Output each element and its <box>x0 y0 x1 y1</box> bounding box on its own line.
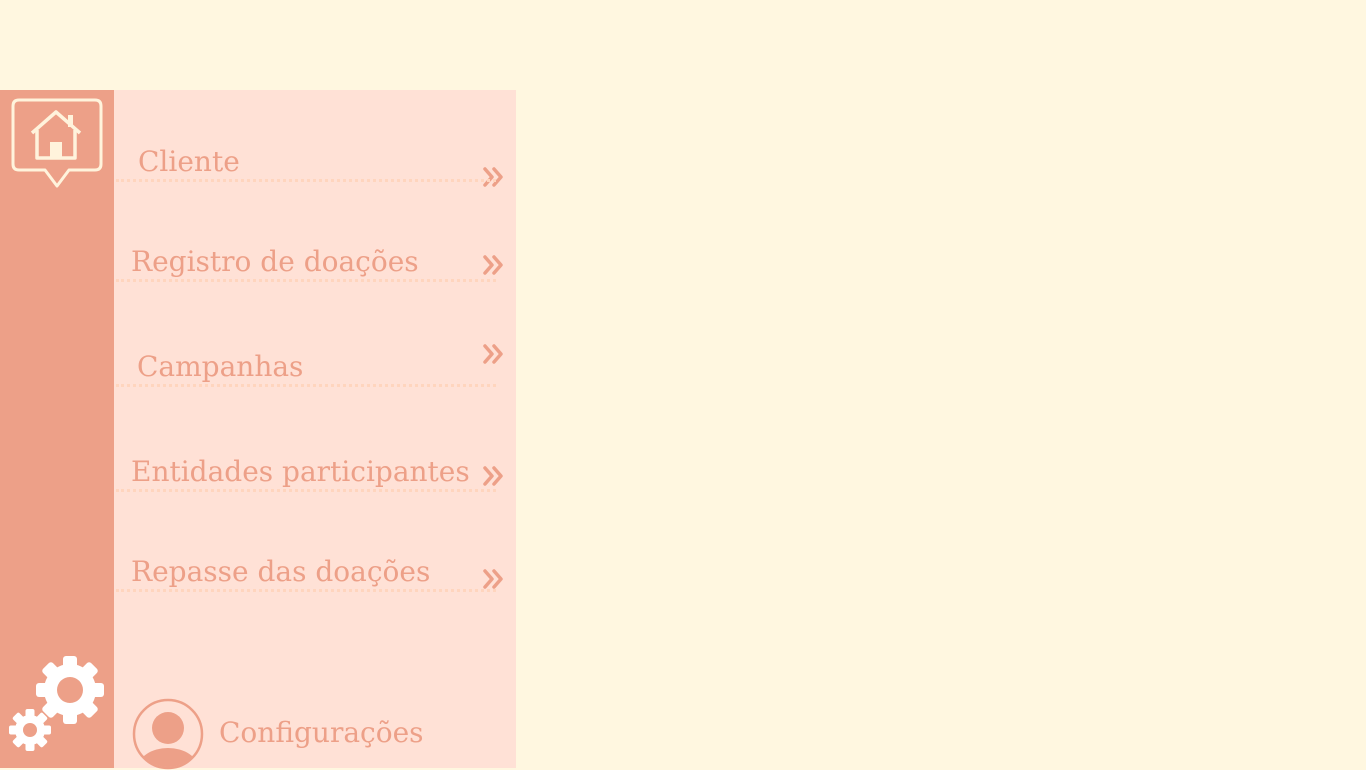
double-chevron-right-icon <box>483 255 503 275</box>
dotted-divider <box>116 489 496 492</box>
menu-item-label: Cliente <box>138 145 240 178</box>
double-chevron-right-icon <box>483 167 503 187</box>
side-menu: Cliente Registro de doações Campanhas En… <box>114 90 516 770</box>
menu-item-repasse-das-doacoes[interactable]: Repasse das doações <box>114 552 516 592</box>
settings-link[interactable]: Configurações <box>219 719 424 747</box>
double-chevron-right-icon <box>483 344 503 364</box>
menu-item-label: Registro de doações <box>131 245 419 278</box>
dotted-divider <box>116 279 496 282</box>
double-chevron-right-icon <box>483 466 503 486</box>
settings-gears-button[interactable] <box>6 652 108 760</box>
menu-item-label: Entidades participantes <box>131 455 470 488</box>
dotted-divider <box>116 589 496 592</box>
gears-icon <box>9 656 104 751</box>
double-chevron-right-icon <box>483 569 503 589</box>
menu-item-label: Campanhas <box>137 350 304 383</box>
menu-item-label: Repasse das doações <box>131 555 431 588</box>
home-icon <box>11 98 103 188</box>
dotted-divider <box>116 179 496 182</box>
home-button[interactable] <box>11 98 103 190</box>
menu-item-cliente[interactable]: Cliente <box>114 142 516 187</box>
dotted-divider <box>116 384 496 387</box>
icon-rail <box>0 90 114 768</box>
menu-item-entidades-participantes[interactable]: Entidades participantes <box>114 452 516 492</box>
menu-footer: Configurações <box>114 696 516 770</box>
user-avatar-icon[interactable] <box>132 698 204 770</box>
menu-item-campanhas[interactable]: Campanhas <box>114 344 516 387</box>
menu-item-registro-de-doacoes[interactable]: Registro de doações <box>114 242 516 282</box>
